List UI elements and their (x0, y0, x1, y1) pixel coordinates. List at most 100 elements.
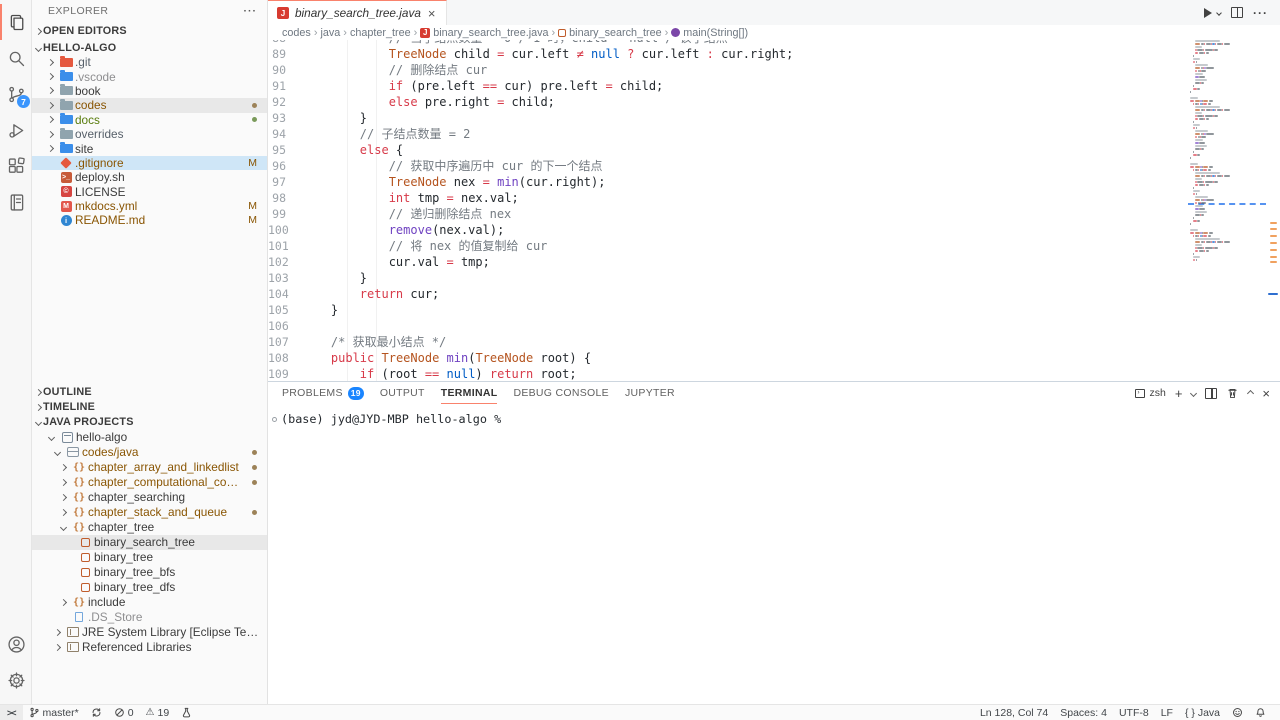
tree-item-.vscode[interactable]: .vscode (32, 69, 267, 83)
outline-section[interactable]: OUTLINE (32, 385, 267, 400)
tree-item-chapter_computational_complexity[interactable]: {}chapter_computational_complexity (32, 475, 267, 490)
tree-item-README.md[interactable]: iREADME.mdM (32, 213, 267, 227)
git-branch[interactable]: master* (23, 705, 85, 720)
indentation[interactable]: Spaces: 4 (1054, 705, 1113, 720)
feedback[interactable] (1226, 705, 1249, 720)
split-terminal-icon[interactable] (1205, 388, 1217, 399)
icon-slot (76, 538, 94, 547)
run-button[interactable] (1204, 8, 1212, 18)
tree-item-docs[interactable]: docs (32, 113, 267, 127)
panel-tab-label: PROBLEMS (282, 387, 343, 399)
activity-explorer-icon[interactable] (0, 4, 32, 40)
close-icon[interactable]: × (427, 7, 437, 20)
workspace-section[interactable]: HELLO-ALGO (32, 40, 267, 55)
breadcrumb-item-mainString[interactable]: main(String[]) (671, 27, 748, 39)
remote-indicator[interactable]: >< (0, 705, 23, 720)
tree-item-chapter_tree[interactable]: {}chapter_tree (32, 520, 267, 535)
launch-profile-button[interactable]: › zsh (1135, 387, 1165, 399)
breadcrumb-item-chapter_tree[interactable]: chapter_tree (350, 27, 411, 39)
error-count[interactable]: 0 (108, 705, 140, 720)
panel-tab-debug-console[interactable]: DEBUG CONSOLE (513, 382, 609, 404)
tree-item-.git[interactable]: .git (32, 55, 267, 69)
panel-tab-terminal[interactable]: TERMINAL (441, 382, 498, 404)
panel-tab-problems[interactable]: PROBLEMS19 (282, 382, 364, 404)
tree-item-mkdocs.yml[interactable]: Mmkdocs.ymlM (32, 199, 267, 213)
breadcrumb-item-binary_search_tree[interactable]: binary_search_tree (558, 27, 661, 39)
encoding[interactable]: UTF-8 (1113, 705, 1155, 720)
run-dropdown-icon[interactable] (1216, 10, 1222, 16)
tree-item-hello-algo[interactable]: hello-algo (32, 430, 267, 445)
explorer-sidebar: EXPLORER ··· OPEN EDITORS HELLO-ALGO .gi… (32, 0, 268, 704)
breadcrumb-item-binary_search_tree.java[interactable]: Jbinary_search_tree.java (420, 27, 548, 39)
terminal-content[interactable]: (base) jyd@JYD-MBP hello-algo % (268, 404, 1280, 704)
new-terminal-button[interactable]: + (1175, 386, 1183, 401)
close-panel-icon[interactable]: × (1262, 386, 1270, 401)
tree-item-include[interactable]: {}include (32, 595, 267, 610)
open-editors-section[interactable]: OPEN EDITORS (32, 22, 267, 40)
activity-settings-icon[interactable] (0, 662, 32, 698)
activity-run-debug-icon[interactable] (0, 112, 32, 148)
warning-count[interactable]: ⚠19 (140, 705, 176, 720)
file-icon-class (81, 583, 90, 592)
kill-terminal-icon[interactable] (1226, 387, 1239, 400)
tree-item-binary_tree[interactable]: binary_tree (32, 550, 267, 565)
tree-item-.DS_Store[interactable]: .DS_Store (32, 610, 267, 625)
chevron-slot (45, 435, 58, 440)
java-projects-section[interactable]: JAVA PROJECTS (32, 415, 267, 430)
editor-tab-binary-search-tree[interactable]: J binary_search_tree.java × (268, 0, 447, 25)
icon-slot: i (57, 215, 75, 226)
cursor-position[interactable]: Ln 128, Col 74 (974, 705, 1054, 720)
notifications[interactable] (1249, 705, 1272, 720)
tree-item-LICENSE[interactable]: ©LICENSE (32, 185, 267, 199)
tree-item-site[interactable]: site (32, 141, 267, 155)
language-mode[interactable]: { } Java (1179, 705, 1226, 720)
tree-item-.gitignore[interactable]: .gitignoreM (32, 156, 267, 170)
line-content: TreeNode nex = min(cur.right); (302, 174, 605, 190)
tree-item-chapter_array_and_linkedlist[interactable]: {}chapter_array_and_linkedlist (32, 460, 267, 475)
file-icon-braces: {} (73, 477, 85, 488)
tree-item-JRESystemLibraryEclipseTemurin1717....[interactable]: JRE System Library [Eclipse Temurin 17 [… (32, 625, 267, 640)
activity-notebook-icon[interactable] (0, 184, 32, 220)
breadcrumb-item-codes[interactable]: codes (282, 27, 311, 39)
tree-item-binary_tree_dfs[interactable]: binary_tree_dfs (32, 580, 267, 595)
icon-slot: M (57, 201, 75, 212)
java-test-status[interactable] (175, 705, 198, 720)
sync-status[interactable] (85, 705, 108, 720)
breadcrumb-item-java[interactable]: java (320, 27, 340, 39)
more-actions-icon[interactable]: ··· (1253, 6, 1268, 20)
code-line: 96 // 获取中序遍历中 cur 的下一个结点 (268, 158, 1280, 174)
tree-item-binary_search_tree[interactable]: binary_search_tree (32, 535, 267, 550)
tree-item-ReferencedLibraries[interactable]: Referenced Libraries (32, 640, 267, 655)
file-icon-braces: {} (73, 507, 85, 518)
eol[interactable]: LF (1155, 705, 1179, 720)
line-number: 108 (268, 350, 302, 366)
code-line: 108 public TreeNode min(TreeNode root) { (268, 350, 1280, 366)
activity-account-icon[interactable] (0, 626, 32, 662)
file-icon-diamond (60, 157, 71, 168)
file-icon-square: © (61, 186, 72, 197)
icon-slot: {} (70, 462, 88, 473)
chevron-down-icon (48, 434, 55, 441)
tree-item-overrides[interactable]: overrides (32, 127, 267, 141)
panel-tab-jupyter[interactable]: JUPYTER (625, 382, 675, 404)
code-editor[interactable]: 88 // 当子结点数量 = 0 / 1 时，child = null / 该子… (268, 40, 1280, 381)
icon-slot (58, 432, 76, 443)
panel-tab-output[interactable]: OUTPUT (380, 382, 425, 404)
tree-item-codes[interactable]: codes (32, 98, 267, 112)
tree-item-chapter_searching[interactable]: {}chapter_searching (32, 490, 267, 505)
tree-item-codesjava[interactable]: codes/java (32, 445, 267, 460)
maximize-panel-icon[interactable] (1247, 389, 1254, 396)
timeline-section[interactable]: TIMELINE (32, 400, 267, 415)
tree-item-deploy.sh[interactable]: >_deploy.sh (32, 170, 267, 184)
activity-search-icon[interactable] (0, 40, 32, 76)
activity-extensions-icon[interactable] (0, 148, 32, 184)
activity-source-control-icon[interactable]: 7 (0, 76, 32, 112)
tree-item-book[interactable]: book (32, 84, 267, 98)
tree-item-chapter_stack_and_queue[interactable]: {}chapter_stack_and_queue (32, 505, 267, 520)
split-editor-icon[interactable] (1231, 7, 1243, 18)
line-number: 100 (268, 222, 302, 238)
tree-item-binary_tree_bfs[interactable]: binary_tree_bfs (32, 565, 267, 580)
more-actions-icon[interactable]: ··· (244, 5, 258, 17)
terminal-dropdown-icon[interactable] (1190, 389, 1197, 396)
chevron-slot (57, 510, 70, 515)
